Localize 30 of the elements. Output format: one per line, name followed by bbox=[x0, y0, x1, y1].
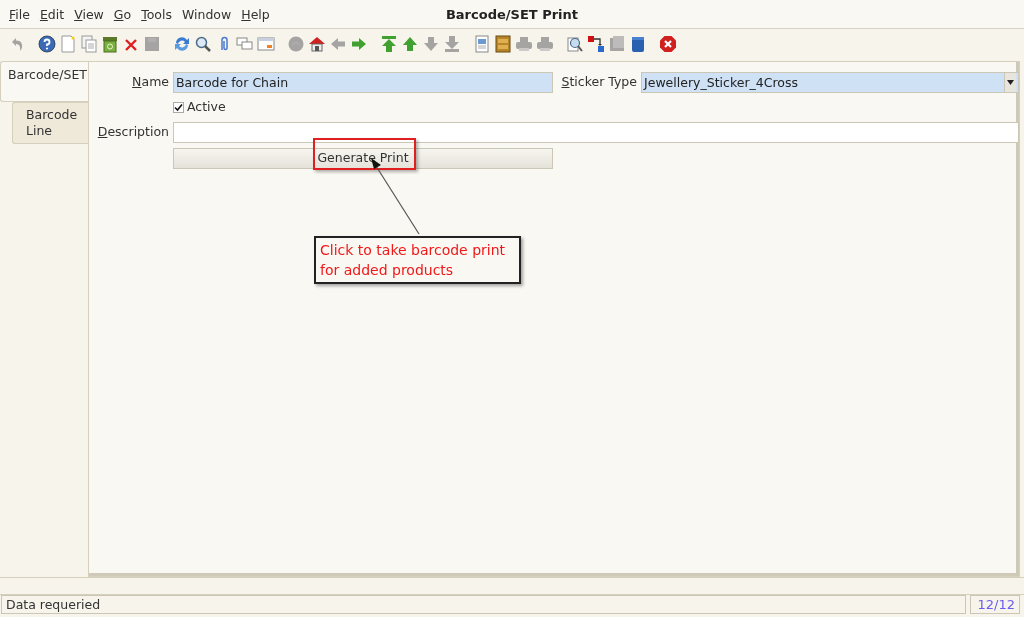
side-tab[interactable]: Barcode/SET bbox=[0, 61, 88, 102]
field-label: Description bbox=[96, 122, 169, 141]
dropdown-caret-icon bbox=[1007, 80, 1014, 85]
annotation-callout: Click to take barcode print for added products bbox=[314, 236, 521, 284]
zoom-document-icon[interactable] bbox=[564, 34, 585, 54]
status-message: Data requeried bbox=[1, 595, 966, 614]
sticker-type-dropdown[interactable]: Jewellery_Sticker_4Cross bbox=[641, 72, 1019, 93]
cabinet-icon[interactable] bbox=[492, 34, 513, 54]
side-tab[interactable]: Barcode Line bbox=[12, 102, 88, 144]
menu-item[interactable]: Edit bbox=[34, 0, 70, 29]
help-icon[interactable] bbox=[36, 34, 57, 54]
active-checkbox[interactable] bbox=[173, 101, 184, 113]
menu-item[interactable]: Tools bbox=[136, 0, 177, 29]
calendar-icon[interactable] bbox=[255, 34, 276, 54]
field-label: Name bbox=[131, 73, 169, 92]
transfer-icon[interactable] bbox=[585, 34, 606, 54]
menu-item[interactable]: File bbox=[4, 0, 35, 29]
record-counter: 12/12 bbox=[970, 595, 1020, 614]
description-field[interactable] bbox=[173, 121, 1019, 143]
name-field[interactable]: Barcode for Chain bbox=[173, 72, 553, 93]
generate-print-button[interactable]: Generate Print bbox=[173, 147, 553, 169]
window-title: Barcode/SET Print bbox=[445, 6, 579, 22]
menu-item[interactable]: Window bbox=[176, 0, 237, 29]
copy-icon[interactable] bbox=[78, 34, 99, 54]
menu-item[interactable]: View bbox=[69, 0, 109, 29]
checkbox-label: Active bbox=[187, 98, 226, 116]
menu-item[interactable]: Help bbox=[236, 0, 275, 29]
field-label: Sticker Type bbox=[560, 73, 637, 92]
close-icon[interactable] bbox=[657, 34, 678, 54]
menu-item[interactable]: Go bbox=[108, 0, 137, 29]
